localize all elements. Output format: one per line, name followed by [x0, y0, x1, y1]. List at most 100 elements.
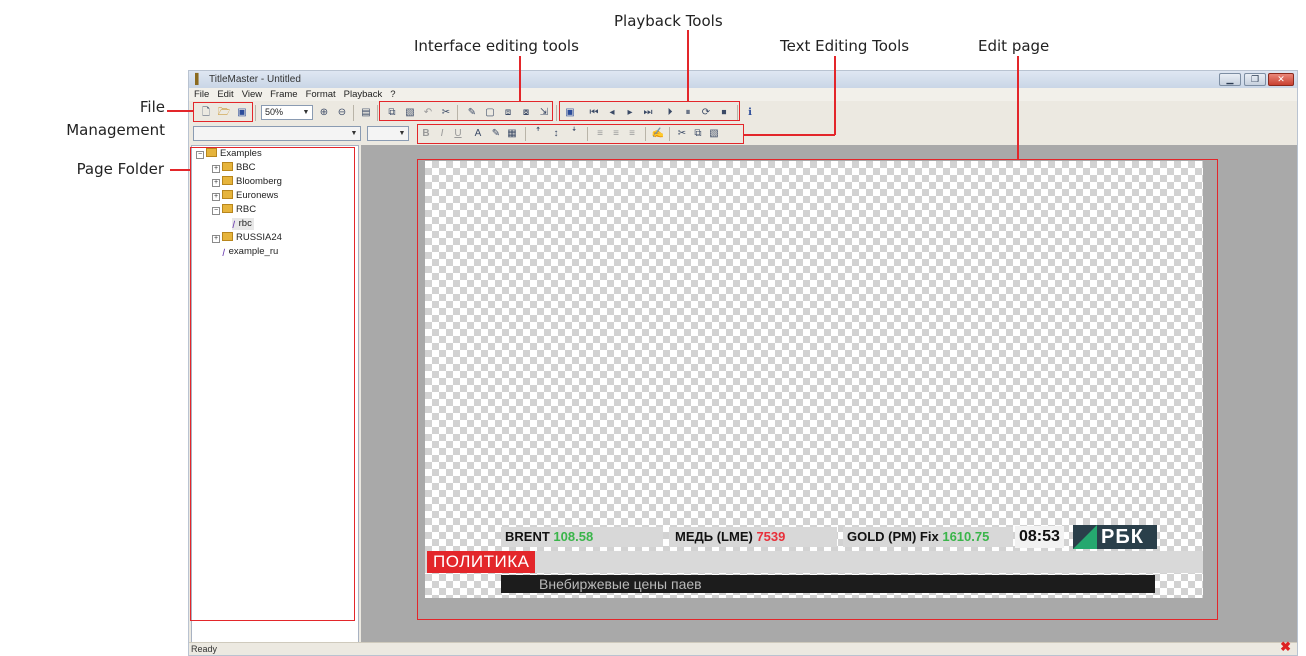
close-button[interactable]: ✕ [1268, 73, 1294, 86]
tree-item-examples[interactable]: − Examples [196, 148, 262, 160]
status-bar: Ready ✖ [189, 640, 1297, 655]
menu-playback[interactable]: Playback [344, 89, 383, 100]
title-file-icon: ꞁ [232, 218, 235, 229]
minimize-button[interactable]: ▁ [1219, 73, 1241, 86]
paste-text-icon[interactable]: ▧ [707, 127, 721, 141]
stop-icon[interactable]: ⏹ [717, 106, 731, 120]
paste-icon[interactable]: ▧ [403, 106, 417, 120]
restore-button[interactable]: ❐ [1244, 73, 1266, 86]
menu-frame[interactable]: Frame [270, 89, 297, 100]
menu-edit[interactable]: Edit [217, 89, 233, 100]
window-title: TitleMaster - Untitled [209, 74, 301, 85]
error-x-icon[interactable]: ✖ [1280, 640, 1291, 653]
annotation-page-folder: Page Folder [76, 160, 164, 178]
tree-item-russia24[interactable]: + RUSSIA24 [212, 232, 282, 244]
folder-icon [206, 148, 217, 157]
annotation-edit-page: Edit page [978, 37, 1050, 55]
ticker-copper[interactable]: МЕДЬ (LME) 7539 [669, 527, 837, 547]
category-bar [425, 551, 1203, 573]
tree-item-bbc[interactable]: + BBC [212, 162, 256, 174]
annotation-file-management-2: Management [66, 121, 165, 139]
monitor-icon[interactable]: ▣ [563, 106, 577, 120]
edit-canvas[interactable]: BRENT 108.58 МЕДЬ (LME) 7539 GOLD (PM) F… [425, 161, 1203, 598]
page-folder-tree: − Examples + BBC + Bloomberg + Euronews − RBC… [191, 145, 359, 645]
folder-icon [222, 204, 233, 213]
frame-first-icon[interactable]: ⏮ [587, 106, 601, 120]
info-icon[interactable]: ℹ [743, 106, 757, 120]
font-size-select[interactable]: ▼ [367, 126, 409, 141]
image-icon[interactable]: ▦ [505, 127, 519, 141]
bold-icon[interactable]: B [419, 127, 433, 141]
title-bar: ▌ TitleMaster - Untitled ▁ ❐ ✕ [189, 71, 1297, 88]
annotation-interface-editing-tools: Interface editing tools [414, 37, 579, 55]
align-middle-icon[interactable]: ↕ [549, 127, 563, 141]
copy-text-icon[interactable]: ⧉ [691, 127, 705, 141]
chevron-down-icon: ▼ [398, 130, 406, 137]
cut-icon[interactable]: ✂ [675, 127, 689, 141]
category-tag[interactable]: ПОЛИТИКА [427, 551, 536, 573]
pause-icon[interactable]: ⏸ [681, 106, 695, 120]
frame-view-icon[interactable]: ▤ [359, 106, 373, 120]
italic-icon[interactable]: I [435, 127, 449, 141]
align-bottom-icon[interactable]: ꜜ [567, 127, 581, 141]
annotation-text-editing-tools: Text Editing Tools [780, 37, 910, 55]
ticker-brent[interactable]: BRENT 108.58 [501, 527, 663, 547]
font-select[interactable]: ▼ [193, 126, 361, 141]
play-icon[interactable]: ⏵ [663, 106, 677, 120]
clock[interactable]: 08:53 [1015, 526, 1064, 548]
tree-item-bloomberg[interactable]: + Bloomberg [212, 176, 282, 188]
new-file-icon[interactable]: 🗋 [199, 106, 213, 120]
chevron-down-icon: ▼ [350, 130, 358, 137]
bring-forward-icon[interactable]: ⧈ [501, 106, 515, 120]
save-icon[interactable]: ▣ [235, 106, 249, 120]
ticker-gold[interactable]: GOLD (PM) Fix 1610.75 [843, 527, 1013, 547]
font-icon[interactable]: A [471, 127, 485, 141]
title-file-icon: ꞁ [222, 246, 225, 257]
leader-edit-v [1017, 56, 1019, 160]
menu-format[interactable]: Format [306, 89, 336, 100]
folder-icon [222, 232, 233, 241]
frame-last-icon[interactable]: ⏭ [641, 106, 655, 120]
tree-item-rbc-file[interactable]: ꞁ rbc [232, 218, 254, 230]
news-crawl[interactable]: Внебиржевые цены паев [501, 575, 1155, 593]
delete-icon[interactable]: ✂ [439, 106, 453, 120]
align-center-icon[interactable]: ≡ [609, 127, 623, 141]
align-top-icon[interactable]: ꜛ [531, 127, 545, 141]
copy-icon[interactable]: ⧉ [385, 106, 399, 120]
zoom-in-icon[interactable]: ⊕ [317, 106, 331, 120]
align-right-icon[interactable]: ≡ [625, 127, 639, 141]
tree-item-euronews[interactable]: + Euronews [212, 190, 278, 202]
rbk-logo[interactable]: РБК [1073, 525, 1157, 549]
zoom-out-icon[interactable]: ⊖ [335, 106, 349, 120]
chevron-down-icon: ▼ [302, 109, 310, 116]
brush-icon[interactable]: ✎ [489, 127, 503, 141]
main-toolbar: 🗋 🗁 ▣ 50% ▼ ⊕ ⊖ ▤ ⧉ ▧ ↶ ✂ ✎ ▢ ⧈ ⧇ ⇲ ▣ ⏮ … [189, 102, 1297, 124]
leader-interface-v [519, 56, 521, 102]
edit-text-icon[interactable]: ✍ [651, 127, 665, 141]
zoom-select[interactable]: 50% ▼ [261, 105, 313, 120]
expand-icon[interactable]: + [212, 179, 220, 187]
undo-icon[interactable]: ↶ [421, 106, 435, 120]
collapse-icon[interactable]: − [212, 207, 220, 215]
frame-prev-icon[interactable]: ◂ [605, 106, 619, 120]
status-text: Ready [191, 644, 218, 654]
resize-icon[interactable]: ⇲ [537, 106, 551, 120]
expand-icon[interactable]: + [212, 165, 220, 173]
send-backward-icon[interactable]: ⧇ [519, 106, 533, 120]
menu-view[interactable]: View [242, 89, 262, 100]
select-rect-icon[interactable]: ▢ [483, 106, 497, 120]
tree-item-rbc[interactable]: − RBC [212, 204, 256, 216]
menu-help[interactable]: ? [390, 89, 395, 100]
align-left-icon[interactable]: ≡ [593, 127, 607, 141]
loop-icon[interactable]: ⟳ [699, 106, 713, 120]
expand-icon[interactable]: + [212, 193, 220, 201]
frame-next-icon[interactable]: ▸ [623, 106, 637, 120]
collapse-icon[interactable]: − [196, 151, 204, 159]
tree-item-example-ru[interactable]: ꞁ example_ru [222, 246, 278, 258]
app-window: ▌ TitleMaster - Untitled ▁ ❐ ✕ File Edit V… [188, 70, 1298, 656]
open-folder-icon[interactable]: 🗁 [217, 106, 231, 120]
menu-file[interactable]: File [194, 89, 209, 100]
underline-icon[interactable]: U [451, 127, 465, 141]
pen-icon[interactable]: ✎ [465, 106, 479, 120]
expand-icon[interactable]: + [212, 235, 220, 243]
